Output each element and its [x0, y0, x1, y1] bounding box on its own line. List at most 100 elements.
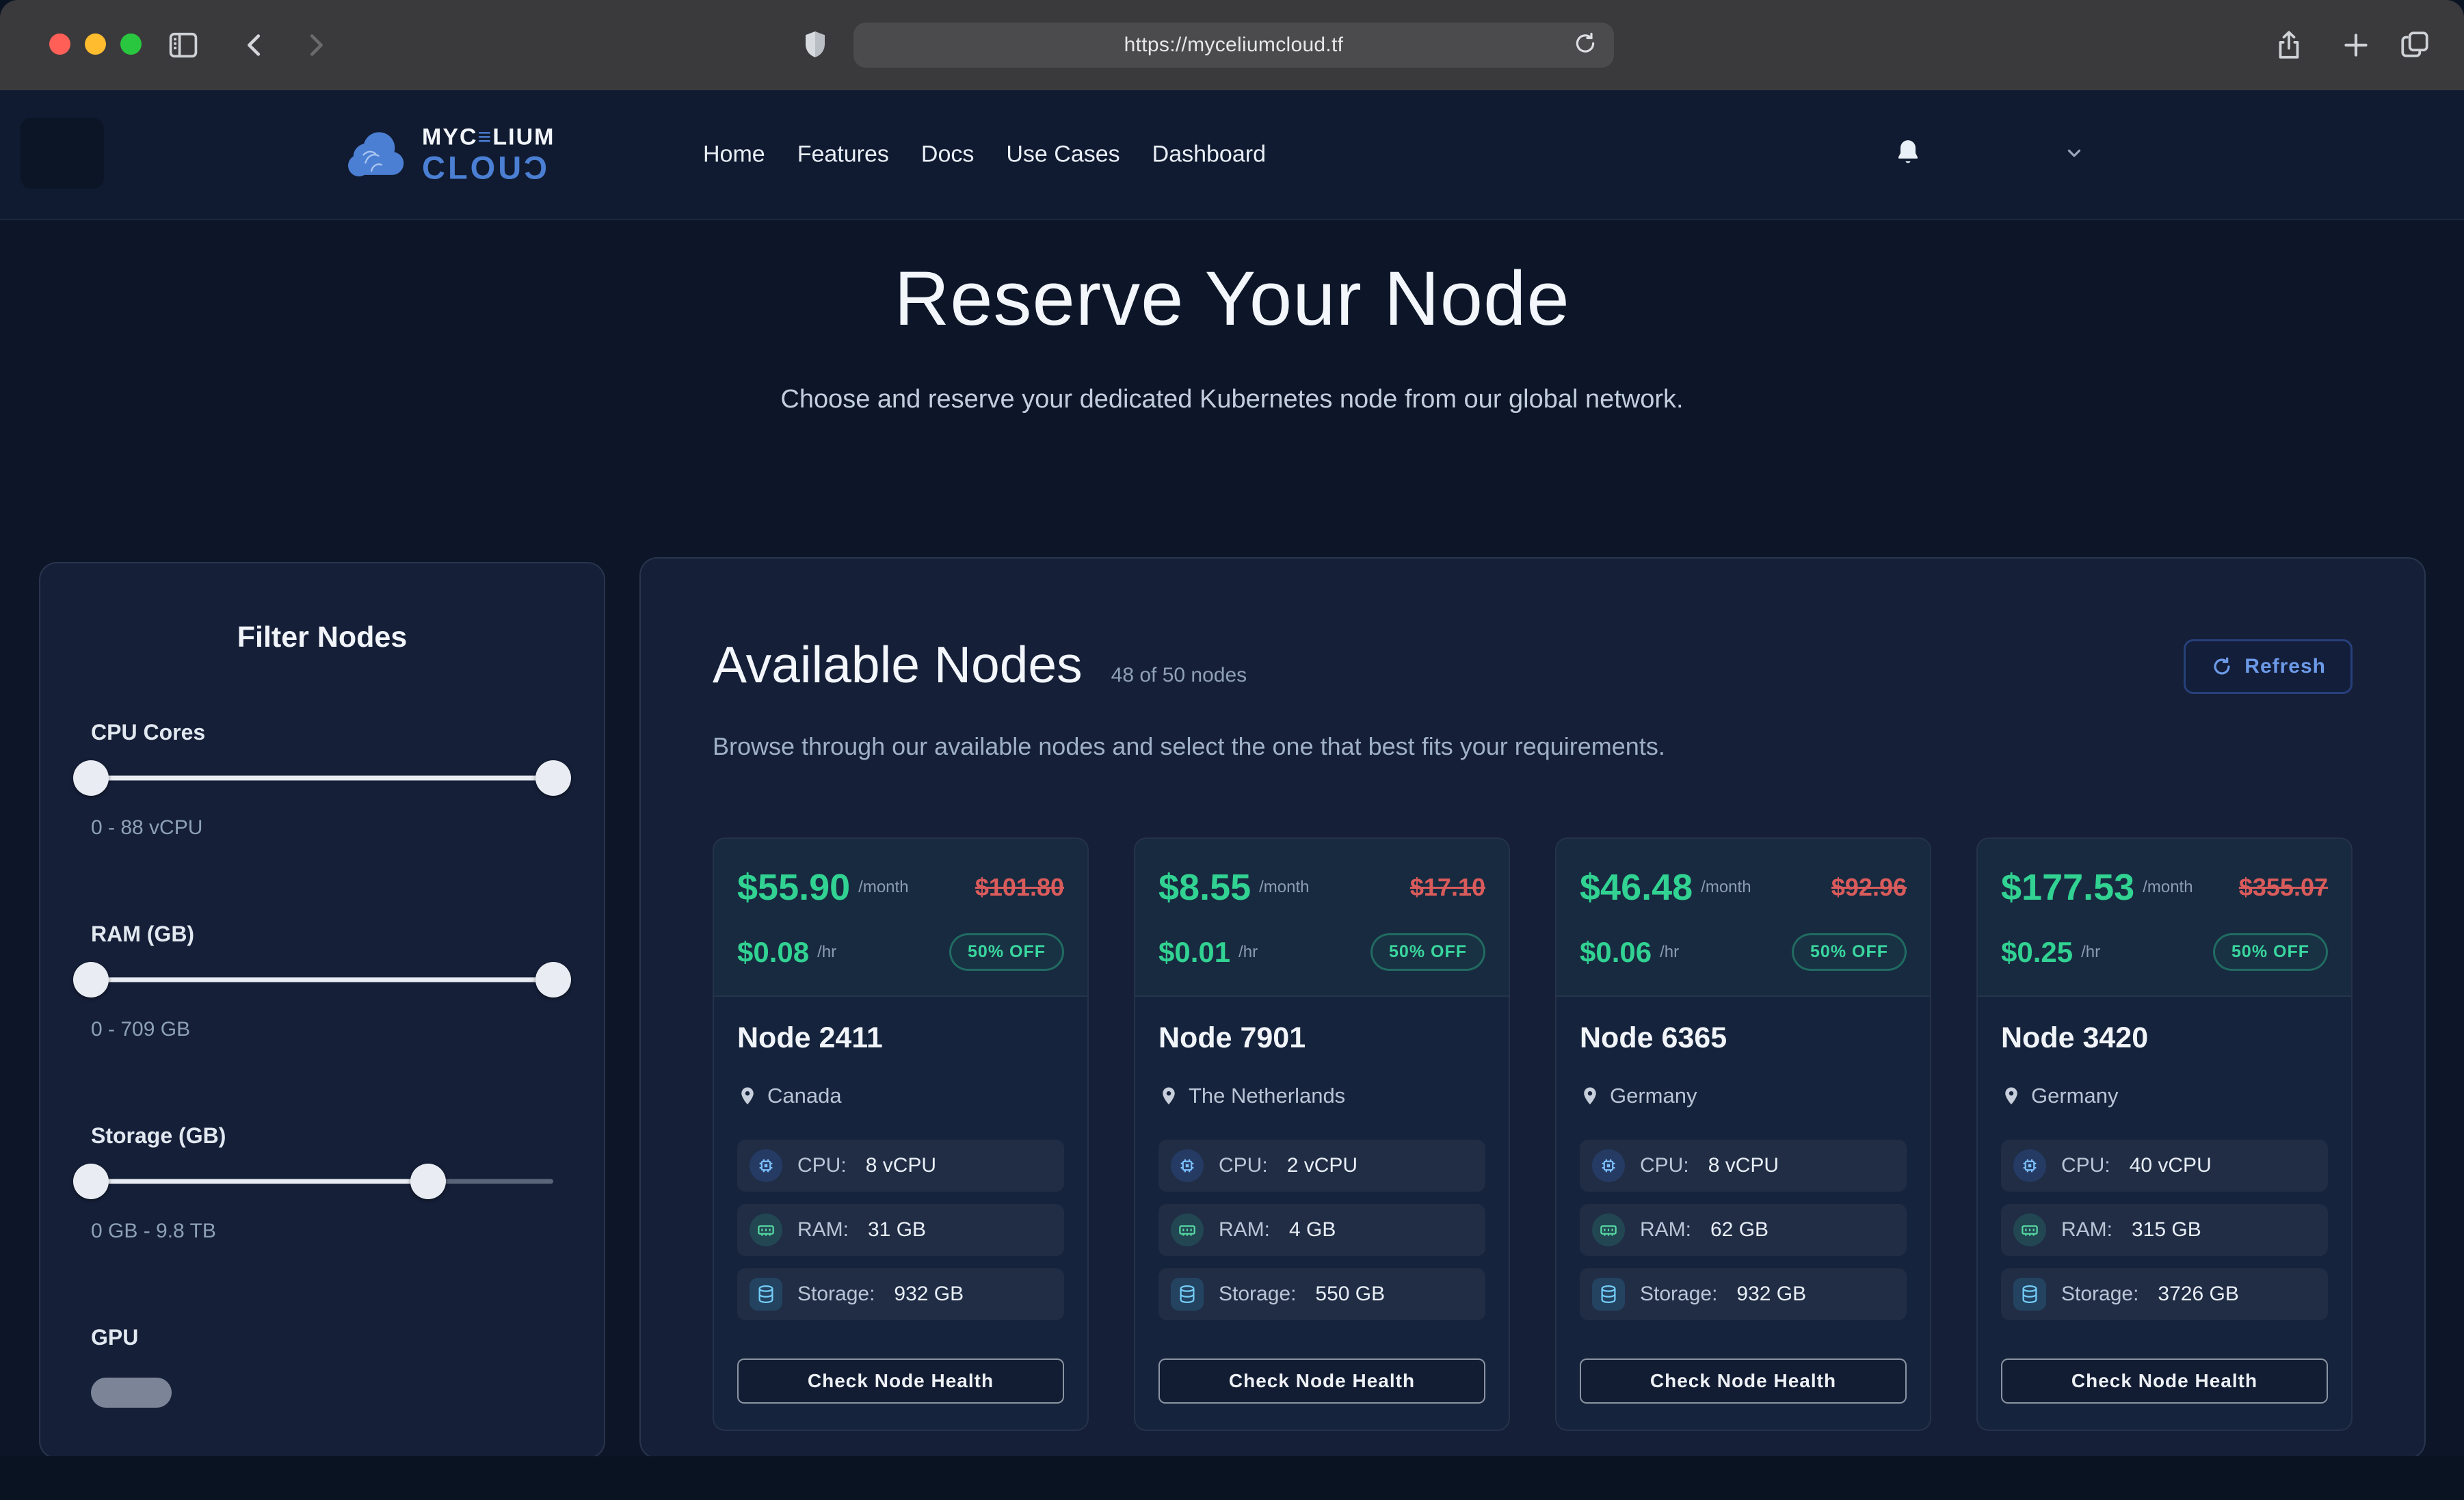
monthly-price: $55.90	[737, 866, 850, 909]
available-nodes-panel: Available Nodes 48 of 50 nodes Refresh B…	[639, 557, 2426, 1456]
cloud-brain-logo-icon	[345, 128, 410, 182]
new-tab-icon[interactable]	[2339, 28, 2373, 62]
ram-spec-row: RAM: 31 GB	[737, 1204, 1064, 1256]
header-decoration	[21, 118, 104, 189]
privacy-shield-icon[interactable]	[799, 29, 832, 62]
node-card: $8.55 /month $17.10 $0.01 /hr 50% OFF	[1134, 838, 1510, 1431]
per-hour-label: /hr	[1238, 943, 1258, 962]
site-header: MYC≡LIUM CLOUƆ Home Features Docs Use Ca…	[0, 90, 2464, 220]
node-name: Node 7901	[1158, 1021, 1485, 1055]
storage-spec-row: Storage: 932 GB	[1580, 1268, 1907, 1320]
slider-thumb-low[interactable]	[73, 760, 109, 796]
storage-label: Storage:	[2061, 1283, 2138, 1306]
nav-link-dashboard[interactable]: Dashboard	[1152, 142, 1266, 168]
discount-badge: 50% OFF	[949, 933, 1064, 971]
location-text: Germany	[1610, 1084, 1697, 1108]
card-body: Node 7901 The Netherlands	[1135, 997, 1509, 1430]
slider-fill	[91, 776, 553, 781]
storage-spec-row: Storage: 3726 GB	[2001, 1268, 2328, 1320]
cpu-icon	[750, 1149, 782, 1182]
page: MYC≡LIUM CLOUƆ Home Features Docs Use Ca…	[0, 90, 2464, 1456]
card-pricing: $8.55 /month $17.10 $0.01 /hr 50% OFF	[1135, 839, 1509, 997]
discount-badge: 50% OFF	[1792, 933, 1907, 971]
ram-icon	[750, 1214, 782, 1246]
back-icon[interactable]	[239, 29, 271, 61]
nav-link-use-cases[interactable]: Use Cases	[1006, 142, 1120, 168]
available-nodes-title: Available Nodes	[713, 639, 1083, 691]
nav-link-features[interactable]: Features	[797, 142, 889, 168]
window-zoom-button[interactable]	[120, 34, 142, 55]
storage-label: Storage:	[1640, 1283, 1717, 1306]
filter-group: RAM (GB) 0 - 709 GB	[91, 922, 553, 1041]
slider-thumb-low[interactable]	[73, 962, 109, 997]
browser-chrome: https://myceliumcloud.tf	[0, 0, 2464, 90]
check-node-health-button[interactable]: Check Node Health	[1158, 1358, 1485, 1404]
ram-spec-row: RAM: 315 GB	[2001, 1204, 2328, 1256]
hourly-price: $0.08	[737, 936, 809, 969]
slider-thumb-high[interactable]	[535, 760, 571, 796]
window-minimize-button[interactable]	[85, 34, 106, 55]
slider-thumb-high[interactable]	[410, 1164, 446, 1199]
slider-fill	[91, 978, 553, 982]
cpu-value: 2 vCPU	[1287, 1154, 1357, 1177]
slider-thumb-low[interactable]	[73, 1164, 109, 1199]
gpu-toggle[interactable]	[91, 1378, 172, 1408]
storage-value: 932 GB	[1736, 1283, 1806, 1306]
page-title: Reserve Your Node	[0, 254, 2464, 343]
range-slider[interactable]	[91, 962, 553, 997]
nodes-count: 48 of 50 nodes	[1111, 664, 1247, 687]
share-icon[interactable]	[2272, 28, 2306, 62]
nav-link-docs[interactable]: Docs	[921, 142, 974, 168]
reload-icon[interactable]	[1572, 30, 1599, 61]
cpu-label: CPU:	[797, 1154, 847, 1177]
forward-icon[interactable]	[300, 29, 331, 61]
per-hour-label: /hr	[2081, 943, 2100, 962]
location-pin-icon	[2001, 1086, 2022, 1106]
storage-spec-row: Storage: 932 GB	[737, 1268, 1064, 1320]
address-bar[interactable]: https://myceliumcloud.tf	[853, 23, 1614, 68]
old-price: $17.10	[1410, 873, 1485, 902]
cpu-label: CPU:	[1640, 1154, 1689, 1177]
storage-value: 932 GB	[894, 1283, 964, 1306]
notifications-bell-icon[interactable]	[1893, 138, 1923, 172]
brand-logo[interactable]: MYC≡LIUM CLOUƆ	[345, 126, 555, 184]
window-close-button[interactable]	[49, 34, 70, 55]
location-pin-icon	[1580, 1086, 1600, 1106]
ram-spec-row: RAM: 62 GB	[1580, 1204, 1907, 1256]
cpu-icon	[2013, 1149, 2046, 1182]
hourly-price: $0.06	[1580, 936, 1652, 969]
ram-label: RAM:	[1640, 1218, 1691, 1242]
filter-group-label: RAM (GB)	[91, 922, 553, 947]
sidebar-toggle-icon[interactable]	[165, 27, 201, 63]
storage-value: 550 GB	[1315, 1283, 1385, 1306]
location-text: Germany	[2031, 1084, 2118, 1108]
old-price: $355.07	[2239, 873, 2328, 902]
filter-group-range: 0 GB - 9.8 TB	[91, 1220, 553, 1243]
node-card: $46.48 /month $92.96 $0.06 /hr 50% OFF	[1555, 838, 1931, 1431]
check-node-health-button[interactable]: Check Node Health	[2001, 1358, 2328, 1404]
refresh-button[interactable]: Refresh	[2184, 639, 2353, 694]
node-name: Node 2411	[737, 1021, 1064, 1055]
screen: https://myceliumcloud.tf	[0, 0, 2464, 1500]
discount-badge: 50% OFF	[2213, 933, 2328, 971]
slider-thumb-high[interactable]	[535, 962, 571, 997]
nav-link-home[interactable]: Home	[703, 142, 765, 168]
account-chevron-down-icon[interactable]	[2064, 143, 2084, 167]
ram-value: 4 GB	[1289, 1218, 1336, 1242]
filter-group-range: 0 - 709 GB	[91, 1018, 553, 1041]
available-nodes-subtitle: Browse through our available nodes and s…	[713, 732, 2353, 761]
check-node-health-button[interactable]: Check Node Health	[737, 1358, 1064, 1404]
node-name: Node 6365	[1580, 1021, 1907, 1055]
filter-panel: Filter Nodes CPU Cores 0 - 88 vCPU RAM (…	[39, 562, 605, 1456]
range-slider[interactable]	[91, 760, 553, 796]
monthly-price: $8.55	[1158, 866, 1251, 909]
ram-icon	[1171, 1214, 1204, 1246]
check-node-health-button[interactable]: Check Node Health	[1580, 1358, 1907, 1404]
card-pricing: $177.53 /month $355.07 $0.25 /hr 50% OFF	[1978, 839, 2351, 997]
ram-value: 62 GB	[1710, 1218, 1768, 1242]
range-slider[interactable]	[91, 1164, 553, 1199]
tab-overview-icon[interactable]	[2398, 28, 2432, 62]
monthly-price: $46.48	[1580, 866, 1693, 909]
hero-section: Reserve Your Node Choose and reserve you…	[0, 254, 2464, 414]
card-pricing: $46.48 /month $92.96 $0.06 /hr 50% OFF	[1556, 839, 1930, 997]
